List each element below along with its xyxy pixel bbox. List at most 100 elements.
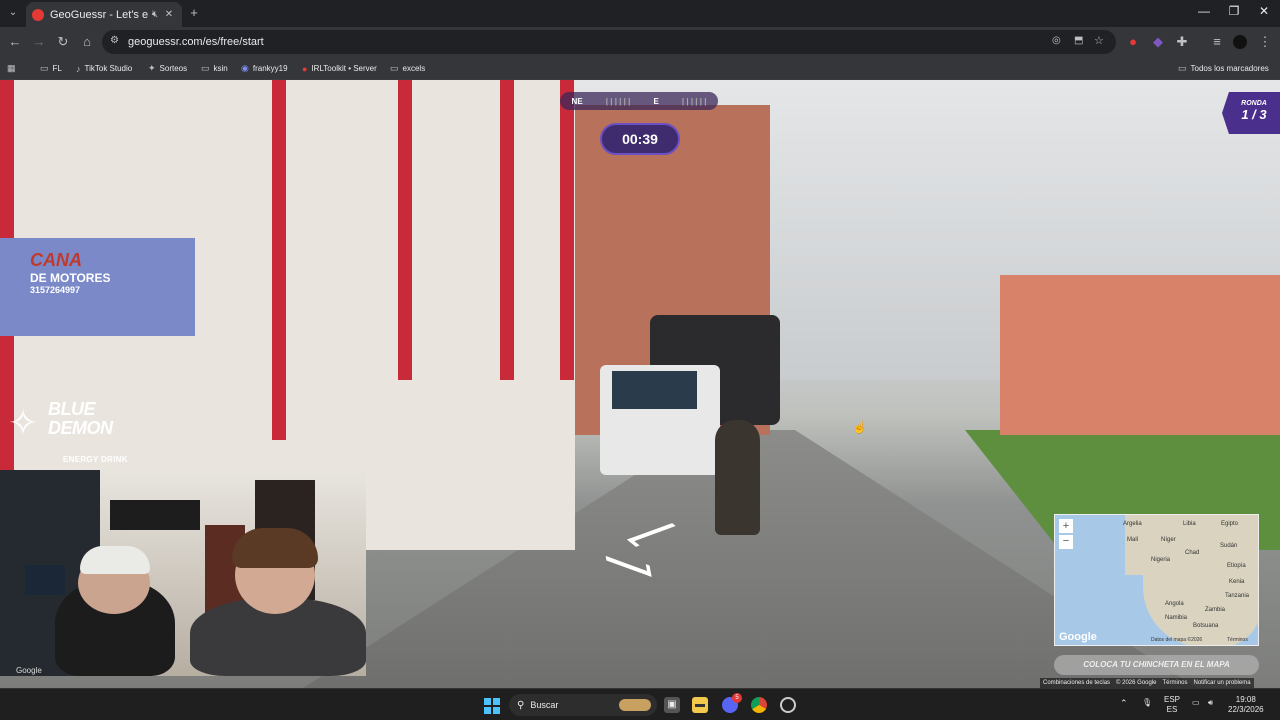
back-icon[interactable]: ←	[7, 34, 23, 50]
obs-icon[interactable]	[780, 697, 796, 713]
motorcycle-rider	[715, 420, 760, 535]
all-bookmarks[interactable]: ▭ Todos los marcadores	[1178, 61, 1269, 76]
search-icon: ⚲	[517, 699, 525, 711]
mute-icon[interactable]: 🔇︎	[148, 9, 162, 20]
burger-widget-icon	[619, 699, 651, 711]
bookmark-label: ksin	[213, 64, 228, 73]
map-label: Namibia	[1165, 615, 1188, 621]
forward-icon[interactable]: →	[31, 34, 47, 50]
display-icon[interactable]: ▭	[1192, 698, 1200, 708]
bookmark-irltoolkit[interactable]: ● IRLToolkit • Server	[302, 61, 377, 76]
map-label: Botsuana	[1193, 623, 1219, 629]
map-label: Chad	[1185, 550, 1200, 556]
restore-icon[interactable]: ❐	[1220, 4, 1248, 22]
bookmark-label: FL	[52, 64, 62, 73]
bookmarks-bar: ▦ ▭ FL ♪ TikTok Studio ✦ Sorteos ▭ ksin ◉ fra…	[0, 57, 1280, 80]
server-icon: ●	[302, 63, 308, 74]
apps-icon[interactable]: ▦	[7, 61, 16, 76]
round-value: 1 / 3	[1241, 107, 1267, 122]
building-right	[1000, 275, 1280, 435]
report-problem-link[interactable]: Notificar un problema	[1194, 678, 1251, 688]
close-window-icon[interactable]: ✕	[1250, 4, 1278, 22]
map-label: Egipto	[1221, 521, 1239, 527]
twitch-icon: ◉	[241, 63, 249, 73]
new-tab-icon[interactable]: +	[186, 5, 202, 21]
map-label: Tanzania	[1225, 593, 1250, 599]
folder-icon: ▭	[201, 63, 210, 73]
brand-tagline: ENERGY DRINK	[63, 455, 128, 464]
tab-strip: ⌄ GeoGuessr - Let's explore th 🔇︎ ✕ + — …	[0, 0, 1280, 27]
extension-red-icon[interactable]: ●	[1125, 34, 1141, 50]
tab-geoguessr[interactable]: GeoGuessr - Let's explore th 🔇︎ ✕	[26, 2, 182, 27]
bookmark-star-icon[interactable]: ☆	[1094, 34, 1104, 47]
shop-sign-subtitle: DE MOTORES	[30, 271, 111, 285]
bookmark-fl[interactable]: ▭ FL	[40, 61, 62, 76]
tray-overflow-icon[interactable]: ⌃	[1120, 698, 1128, 708]
map-google-logo: Google	[1059, 631, 1097, 643]
bookmark-sorteos[interactable]: ✦ Sorteos	[148, 61, 187, 76]
close-tab-icon[interactable]: ✕	[162, 9, 176, 20]
star-icon: ✦	[148, 63, 156, 73]
keyboard-shortcuts-link[interactable]: Combinaciones de teclas	[1043, 678, 1110, 688]
map-label: Nigeria	[1151, 557, 1171, 563]
shop-sign: CANA DE MOTORES 3157264997	[0, 238, 195, 336]
map-label: Malí	[1127, 537, 1139, 543]
terms-link[interactable]: Términos	[1163, 678, 1188, 688]
extension-purple-icon[interactable]: ◆	[1150, 34, 1166, 50]
language-indicator[interactable]: ESP ES	[1164, 695, 1180, 715]
building-stripe	[500, 80, 514, 380]
microphone-icon[interactable]: 🎙︎	[1142, 698, 1152, 708]
address-bar[interactable]: ⚙ geoguessr.com/es/free/start ◎ ⬒ ☆	[102, 30, 1116, 54]
map-label: Argelia	[1123, 521, 1142, 527]
mouse-cursor-icon: ☝	[852, 420, 867, 434]
site-info-icon[interactable]: ⚙	[110, 35, 119, 46]
map-data-label: Datos del mapa ©2026	[1151, 637, 1203, 643]
zoom-out-icon[interactable]: −	[1059, 535, 1073, 549]
reload-icon[interactable]: ↻	[55, 34, 71, 50]
compass-bar: NE | | | | | | E | | | | | |	[560, 92, 718, 110]
map-terms-link[interactable]: Términos	[1227, 637, 1248, 643]
extensions-icon[interactable]: ✚	[1174, 34, 1190, 50]
tab-search-icon[interactable]: ⌄	[5, 5, 21, 21]
compass-label: NE	[571, 96, 583, 106]
clock[interactable]: 19:08 22/3/2026	[1228, 695, 1264, 715]
round-timer: 00:39	[600, 123, 680, 155]
bookmark-ksin[interactable]: ▭ ksin	[201, 61, 228, 76]
zoom-in-icon[interactable]: +	[1059, 519, 1073, 533]
blue-demon-logo: ✧ BLUE DEMON ENERGY DRINK	[8, 400, 148, 470]
place-pin-button[interactable]: COLOCA TU CHINCHETA EN EL MAPA	[1054, 655, 1259, 675]
folder-icon: ▭	[1178, 63, 1187, 73]
bookmark-tiktok[interactable]: ♪ TikTok Studio	[76, 61, 132, 76]
minimize-icon[interactable]: —	[1190, 4, 1218, 22]
start-button-icon[interactable]	[484, 698, 500, 714]
chrome-icon[interactable]	[751, 697, 767, 713]
windows-taskbar: ⚲ Buscar ▣ ▬ 5 ⌃ 🎙︎ ESP ES ▭ 🔊︎ 19:08 22…	[0, 688, 1280, 720]
tab-title: GeoGuessr - Let's explore th	[50, 8, 148, 21]
bookmark-label: frankyy19	[252, 64, 288, 73]
webcam-overlay: Google	[0, 470, 366, 676]
taskbar-search[interactable]: ⚲ Buscar	[509, 694, 657, 716]
bookmark-excels[interactable]: ▭ excels	[390, 61, 425, 76]
volume-icon[interactable]: 🔊︎	[1208, 698, 1213, 708]
brand-line2: DEMON	[48, 418, 113, 438]
building-stripe	[398, 80, 412, 380]
brand-line1: BLUE	[48, 399, 95, 419]
file-explorer-icon[interactable]: ▬	[692, 697, 708, 713]
bookmark-label: IRLToolkit • Server	[311, 64, 377, 73]
demon-figure-icon: ✧	[8, 402, 39, 443]
tiktok-icon: ♪	[76, 63, 81, 74]
media-icon[interactable]: ≡	[1209, 34, 1225, 50]
browser-toolbar: ← → ↻ ⌂ ⚙ geoguessr.com/es/free/start ◎ …	[0, 27, 1280, 57]
bookmark-label: Sorteos	[159, 64, 188, 73]
bookmark-frankyy19[interactable]: ◉ frankyy19	[241, 61, 288, 76]
menu-icon[interactable]: ⋮	[1257, 34, 1273, 50]
eye-off-icon[interactable]: ◎	[1052, 35, 1061, 46]
guess-minimap[interactable]: Argelia Libia Egipto Malí Níger Chad Sud…	[1054, 514, 1259, 646]
avatar[interactable]	[1233, 35, 1247, 49]
brand-name: BLUE DEMON	[48, 400, 113, 438]
home-icon[interactable]: ⌂	[79, 34, 95, 50]
install-icon[interactable]: ⬒	[1074, 35, 1083, 46]
street-view[interactable]: CANA DE MOTORES 3157264997 NE | | | | | …	[0, 80, 1280, 688]
shop-sign-phone: 3157264997	[30, 285, 81, 295]
task-view-icon[interactable]: ▣	[664, 697, 680, 713]
